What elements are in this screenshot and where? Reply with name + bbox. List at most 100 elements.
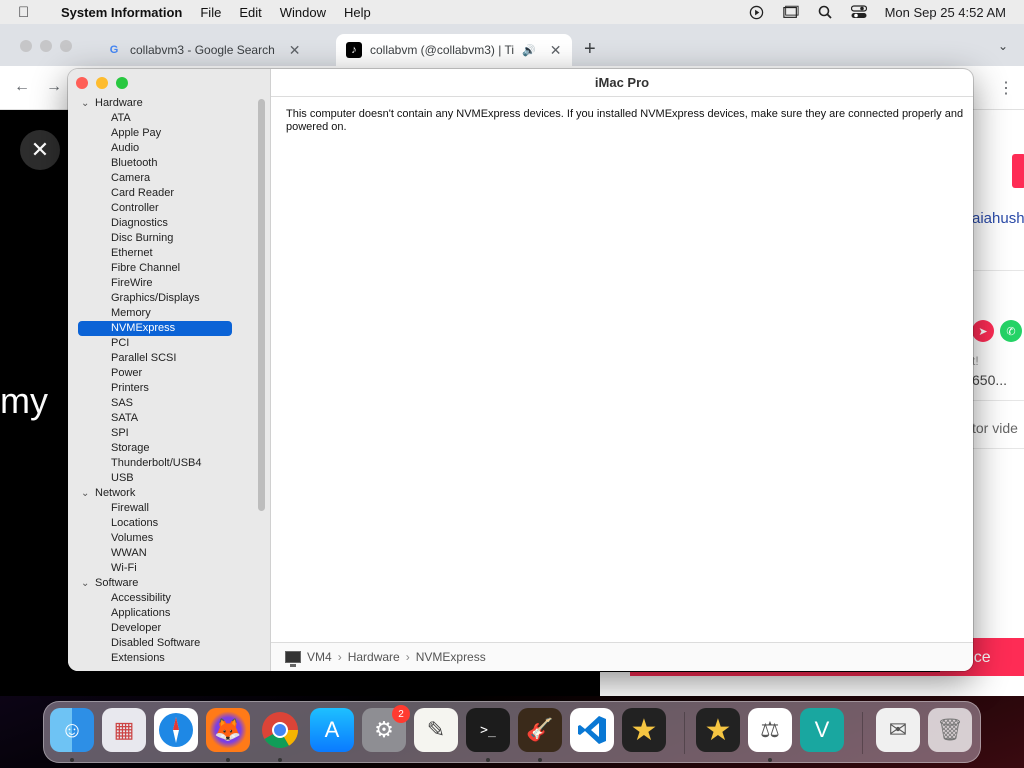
tree-group[interactable]: ⌄ Software — [68, 576, 258, 591]
username-link[interactable]: aiahush — [972, 210, 1024, 227]
tree-group[interactable]: ⌄ Network — [68, 486, 258, 501]
safari-icon[interactable] — [154, 708, 198, 752]
path-item[interactable]: NVMExpress — [416, 650, 486, 664]
tree-item[interactable]: Disc Burning — [68, 231, 258, 246]
vectorworks-icon[interactable]: V — [800, 708, 844, 752]
tree-item[interactable]: FireWire — [68, 276, 258, 291]
disclosure-chevron-icon[interactable]: ⌄ — [81, 486, 89, 501]
close-video-icon[interactable]: ✕ — [20, 130, 60, 170]
tree-item-label: Printers — [111, 382, 149, 394]
menu-dots-icon[interactable]: ⋮ — [998, 78, 1014, 98]
tree-item[interactable]: SATA — [68, 411, 258, 426]
tab-search-chevron-icon[interactable]: ⌄ — [998, 39, 1008, 53]
tree-item[interactable]: Bluetooth — [68, 156, 258, 171]
tree-item[interactable]: Fibre Channel — [68, 261, 258, 276]
imovie-icon[interactable]: ★ — [696, 708, 740, 752]
menu-edit[interactable]: Edit — [230, 5, 270, 20]
tab-close-icon[interactable]: ✕ — [289, 42, 301, 59]
tree-item[interactable]: Locations — [68, 516, 258, 531]
no-devices-message: This computer doesn't contain any NVMExp… — [286, 108, 964, 133]
spotlight-search-icon[interactable] — [817, 4, 833, 20]
tree-item[interactable]: Extensions — [68, 651, 258, 666]
tree-group[interactable]: ⌄ Hardware — [68, 96, 258, 111]
tree-item[interactable]: Storage — [68, 441, 258, 456]
tree-item[interactable]: Thunderbolt/USB4 — [68, 456, 258, 471]
menu-file[interactable]: File — [191, 5, 230, 20]
path-computer[interactable]: VM4 — [307, 650, 332, 664]
firefox-icon[interactable]: 🦊 — [206, 708, 250, 752]
path-section[interactable]: Hardware — [348, 650, 400, 664]
tree-item[interactable]: Printers — [68, 381, 258, 396]
menu-window[interactable]: Window — [271, 5, 335, 20]
tree-item-label: Disc Burning — [111, 232, 174, 244]
tree-item[interactable]: WWAN — [68, 546, 258, 561]
terminal-icon[interactable]: >_ — [466, 708, 510, 752]
tree-item[interactable]: Wi-Fi — [68, 561, 258, 576]
control-center-icon[interactable] — [850, 4, 867, 20]
menu-help[interactable]: Help — [335, 5, 380, 20]
tree-item[interactable]: NVMExpress — [78, 321, 232, 336]
trash-icon[interactable]: 🗑 — [928, 708, 972, 752]
whatsapp-icon[interactable]: ✆ — [1000, 320, 1022, 342]
tree-item[interactable]: Power — [68, 366, 258, 381]
tab-google-search[interactable]: G collabvm3 - Google Search ✕ — [96, 34, 332, 66]
tree-item[interactable]: Diagnostics — [68, 216, 258, 231]
share-icon[interactable]: ➤ — [972, 320, 994, 342]
browser-minimize-button[interactable] — [40, 40, 52, 52]
tab-tiktok[interactable]: ♪ collabvm (@collabvm3) | Ti 🔊 ✕ — [336, 34, 572, 66]
document-preview-icon[interactable]: ✉ — [876, 708, 920, 752]
tree-item-label: Parallel SCSI — [111, 352, 177, 364]
tree-item[interactable]: Controller — [68, 201, 258, 216]
menu-clock[interactable]: Mon Sep 25 4:52 AM — [885, 5, 1006, 20]
tree-item[interactable]: USB — [68, 471, 258, 486]
tree-item[interactable]: SAS — [68, 396, 258, 411]
tree-item[interactable]: Memory — [68, 306, 258, 321]
tree-item[interactable]: Developer — [68, 621, 258, 636]
zoom-button[interactable] — [116, 77, 128, 89]
browser-zoom-button[interactable] — [60, 40, 72, 52]
tree-item[interactable]: Ethernet — [68, 246, 258, 261]
garageband-icon[interactable]: 🎸 — [518, 708, 562, 752]
tree-item[interactable]: Graphics/Displays — [68, 291, 258, 306]
sidebar-scrollbar[interactable] — [258, 99, 265, 511]
vscode-icon[interactable] — [570, 708, 614, 752]
minimize-button[interactable] — [96, 77, 108, 89]
chrome-icon[interactable] — [258, 708, 302, 752]
new-tab-icon[interactable]: + — [584, 38, 596, 61]
tree-item[interactable]: PCI — [68, 336, 258, 351]
tree-item[interactable]: Audio — [68, 141, 258, 156]
screen-record-icon[interactable] — [749, 4, 765, 20]
tree-item[interactable]: Parallel SCSI — [68, 351, 258, 366]
tree-item[interactable]: SPI — [68, 426, 258, 441]
textedit-icon[interactable]: ✎ — [414, 708, 458, 752]
tree-item[interactable]: Disabled Software — [68, 636, 258, 651]
tree-item[interactable]: ATA — [68, 111, 258, 126]
tab-close-icon[interactable]: ✕ — [550, 42, 562, 59]
browser-close-button[interactable] — [20, 40, 32, 52]
back-arrow-icon[interactable]: ← — [14, 78, 30, 96]
creator-videos-tab[interactable]: tor vide — [972, 420, 1018, 436]
window-icon[interactable] — [782, 4, 799, 20]
launchpad-icon[interactable]: ▦ — [102, 708, 146, 752]
tree-item[interactable]: Applications — [68, 606, 258, 621]
menu-app-name[interactable]: System Information — [52, 5, 191, 20]
speaker-icon[interactable]: 🔊 — [522, 44, 536, 57]
tree-item[interactable]: Card Reader — [68, 186, 258, 201]
disclosure-chevron-icon[interactable]: ⌄ — [81, 576, 89, 591]
apple-menu-icon[interactable]:  — [18, 4, 40, 21]
tree-item[interactable]: Apple Pay — [68, 126, 258, 141]
close-button[interactable] — [76, 77, 88, 89]
follow-button[interactable] — [1012, 154, 1024, 188]
imovie-icon[interactable]: ★ — [622, 708, 666, 752]
disclosure-chevron-icon[interactable]: ⌄ — [81, 96, 89, 111]
app-store-icon[interactable]: A — [310, 708, 354, 752]
running-indicator — [226, 758, 230, 762]
finder-icon[interactable]: ☺ — [50, 708, 94, 752]
tree-item[interactable]: Accessibility — [68, 591, 258, 606]
tree-item[interactable]: Camera — [68, 171, 258, 186]
tree-item[interactable]: Volumes — [68, 531, 258, 546]
utility-icon[interactable]: ⚖ — [748, 708, 792, 752]
tree-item-label: Fibre Channel — [111, 262, 181, 274]
forward-arrow-icon[interactable]: → — [46, 78, 62, 96]
tree-item[interactable]: Firewall — [68, 501, 258, 516]
